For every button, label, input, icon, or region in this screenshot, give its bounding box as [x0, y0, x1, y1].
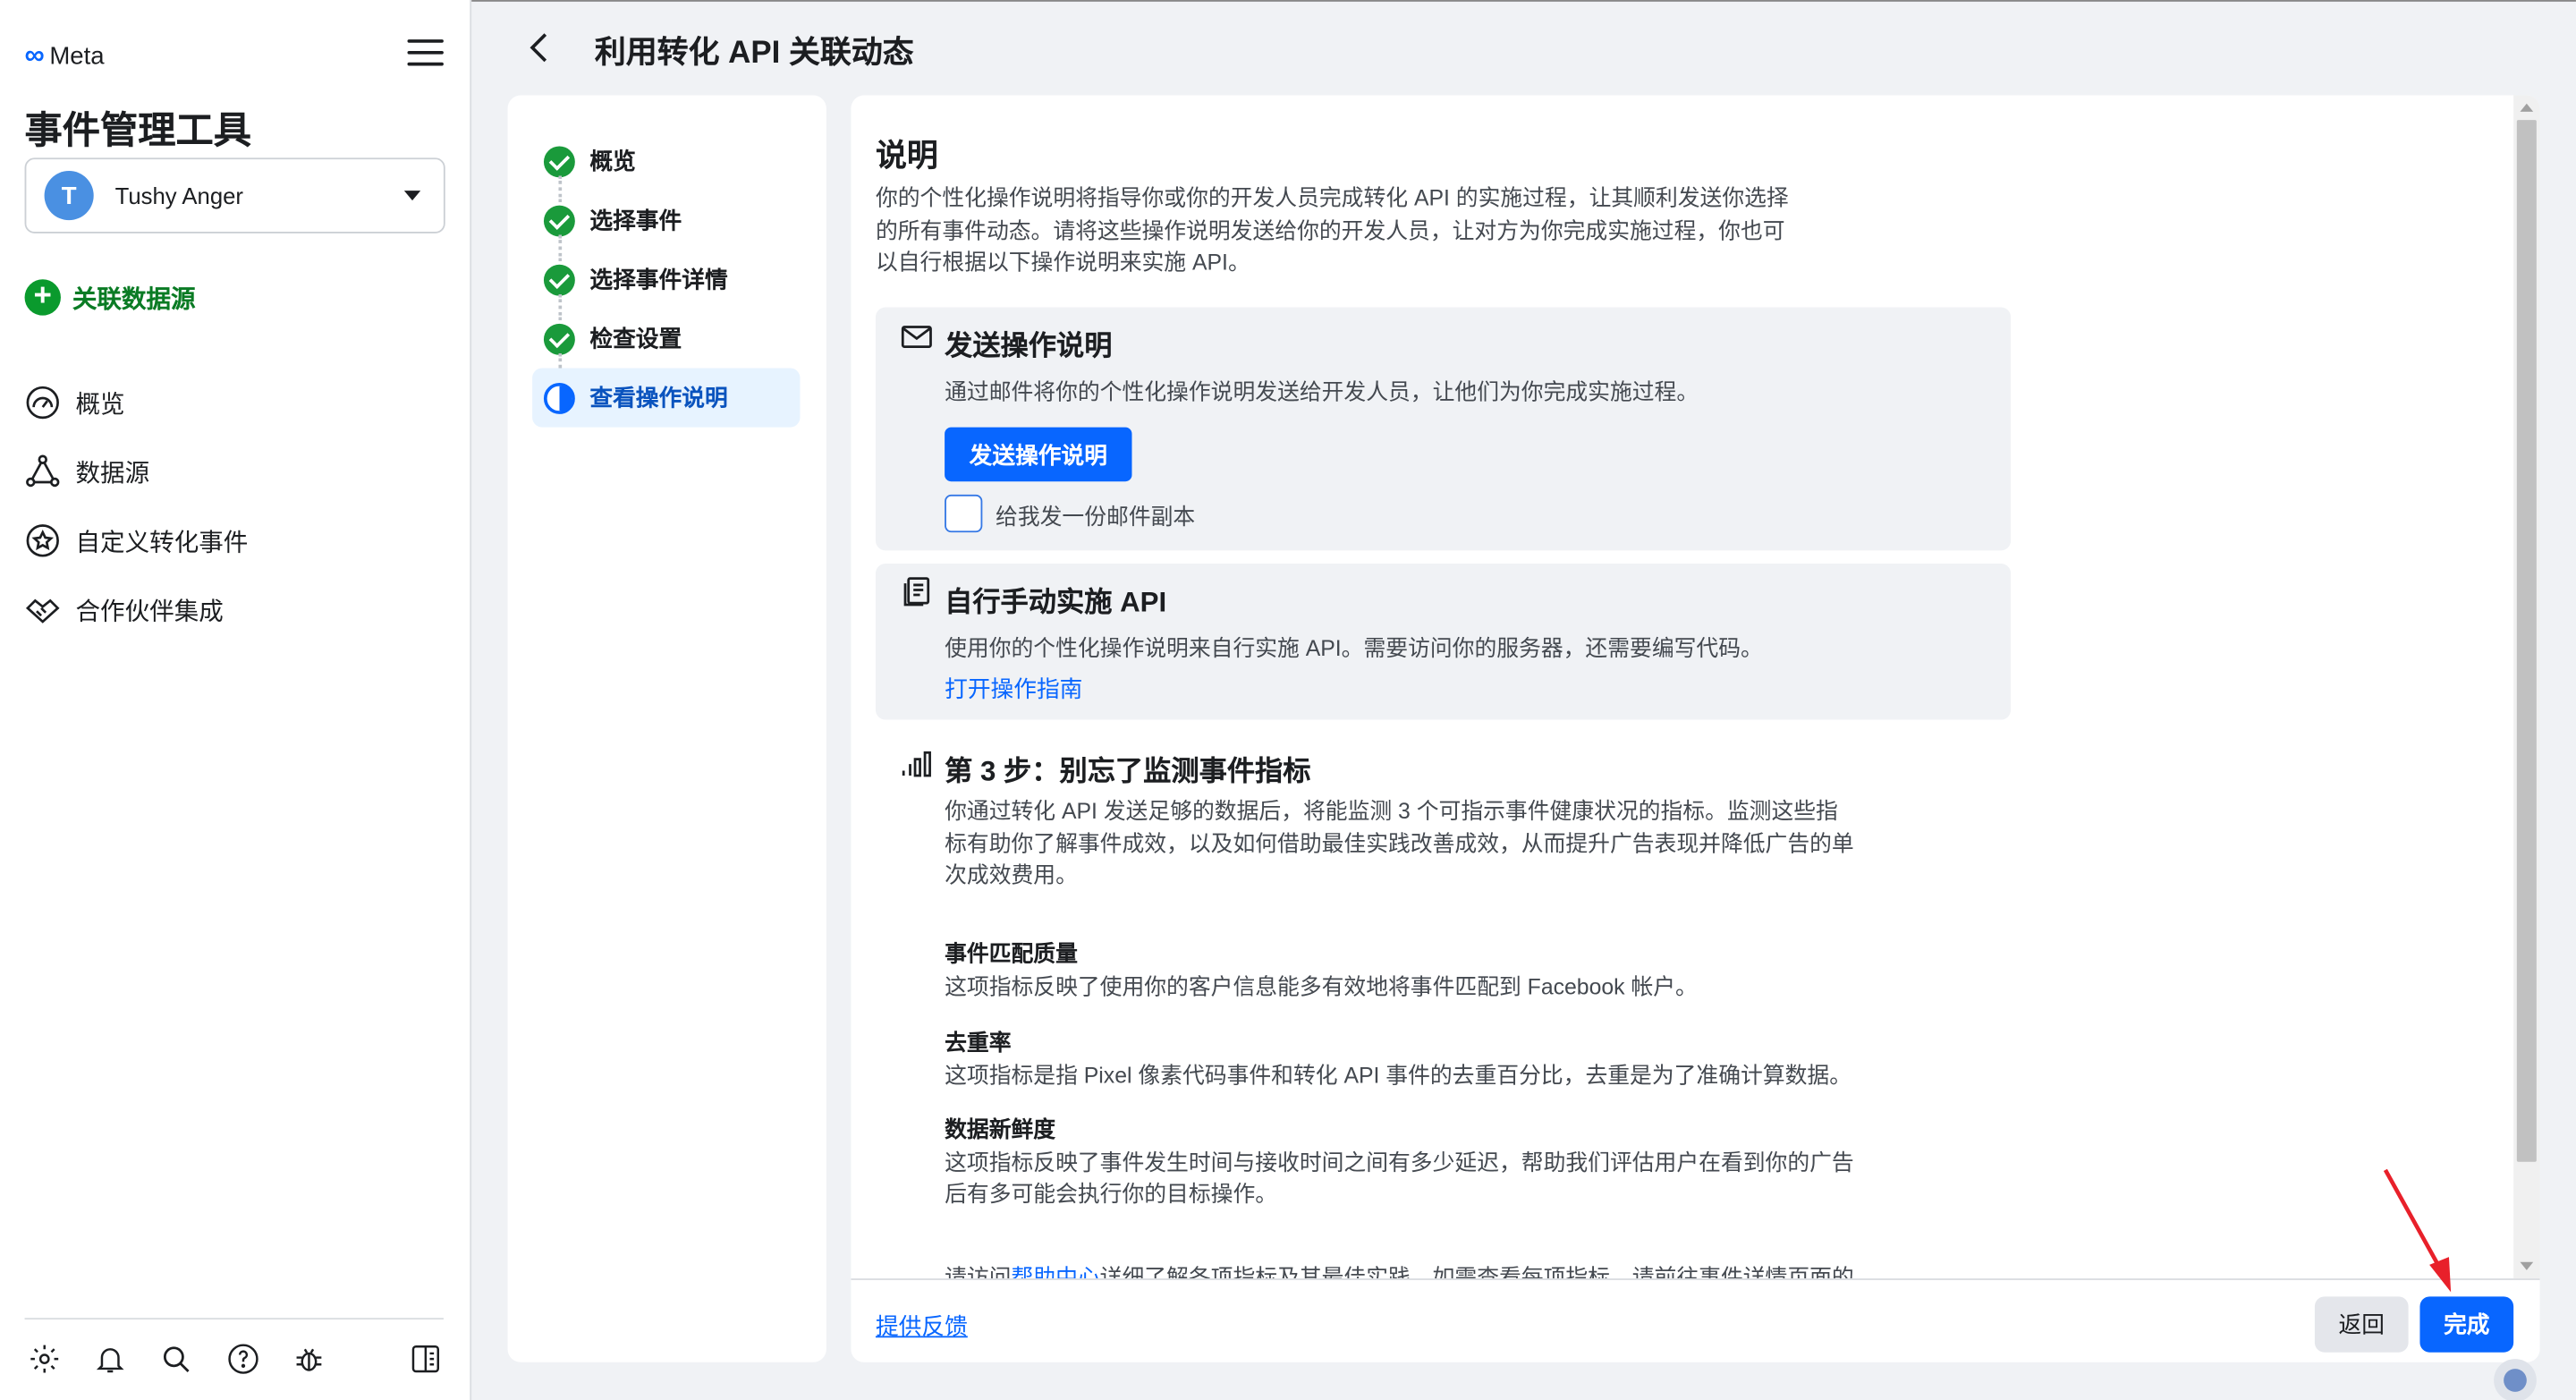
sidebar-footer	[28, 1341, 442, 1377]
check-circle-icon	[543, 204, 575, 236]
step-label: 查看操作说明	[589, 384, 728, 412]
send-instructions-title: 发送操作说明	[945, 330, 1113, 362]
step-label: 选择事件详情	[589, 266, 728, 293]
help-icon[interactable]	[226, 1341, 259, 1377]
metric-desc: 这项指标是指 Pixel 像素代码事件和转化 API 事件的去重百分比，去重是为…	[945, 1062, 1852, 1088]
section-title: 说明	[875, 140, 938, 174]
search-icon[interactable]	[160, 1341, 193, 1377]
sidebar-divider	[24, 1318, 444, 1320]
sidebar-item-label: 自定义转化事件	[75, 528, 249, 556]
caret-down-icon	[403, 191, 421, 201]
meta-infinity-icon: ∞	[24, 39, 45, 71]
send-instructions-box: 发送操作说明 通过邮件将你的个性化操作说明发送给开发人员，让他们为你完成实施过程…	[875, 307, 2012, 551]
step-select-events[interactable]: 选择事件	[532, 191, 800, 262]
feedback-link[interactable]: 提供反馈	[876, 1310, 968, 1343]
bell-icon[interactable]	[94, 1341, 127, 1377]
intro-text: 你的个性化操作说明将指导你或你的开发人员完成转化 API 的实施过程，让其顺利发…	[875, 185, 1789, 275]
account-selector[interactable]: T Tushy Anger	[24, 157, 445, 233]
scroll-up-arrow-icon[interactable]	[2520, 103, 2534, 112]
help-center-text: 请访问帮助中心详细了解各项指标及其最佳实践。如需查看每项指标，请前往事件详情页面…	[945, 1259, 1865, 1278]
scrollbar-thumb[interactable]	[2516, 120, 2537, 1162]
help-center-link[interactable]: 帮助中心	[1011, 1265, 1099, 1278]
help-prefix: 请访问	[945, 1265, 1012, 1279]
menu-icon[interactable]	[407, 39, 444, 69]
panel-toggle-icon[interactable]	[409, 1341, 442, 1377]
step-label: 选择事件	[589, 207, 682, 233]
sidebar-item-label: 数据源	[75, 459, 150, 488]
email-copy-checkbox[interactable]	[945, 494, 983, 533]
step-label: 概览	[589, 148, 636, 174]
connect-data-source-label: 关联数据源	[72, 284, 196, 313]
card-footer: 提供反馈 返回 完成	[851, 1278, 2540, 1362]
settings-icon[interactable]	[28, 1341, 61, 1377]
instructions-card: 说明 你的个性化操作说明将指导你或你的开发人员完成转化 API 的实施过程，让其…	[851, 95, 2540, 1362]
bug-icon[interactable]	[292, 1341, 325, 1377]
page-title: 利用转化 API 关联动态	[594, 36, 914, 71]
step-review-settings[interactable]: 检查设置	[532, 309, 800, 380]
sidebar-item-label: 合作伙伴集成	[75, 597, 224, 625]
done-button[interactable]: 完成	[2419, 1296, 2514, 1353]
sidebar-item-overview[interactable]: 概览	[25, 368, 249, 437]
metric-desc: 这项指标反映了事件发生时间与接收时间之间有多少延迟，帮助我们评估用户在看到你的广…	[945, 1149, 1854, 1207]
check-circle-icon	[543, 263, 575, 295]
vertical-scrollbar[interactable]	[2513, 95, 2540, 1279]
step3-desc: 你通过转化 API 发送足够的数据后，将能监测 3 个可指示事件健康状况的指标。…	[945, 798, 1854, 887]
sidebar-item-partner-integrations[interactable]: 合作伙伴集成	[25, 575, 249, 644]
plus-circle-icon: +	[24, 279, 61, 316]
open-guide-link[interactable]: 打开操作指南	[945, 672, 1082, 705]
handshake-icon	[25, 598, 60, 624]
manual-implementation-title: 自行手动实施 API	[945, 586, 1167, 618]
connect-data-source-button[interactable]: + 关联数据源	[24, 279, 196, 316]
metric-title: 去重率	[945, 1030, 1012, 1056]
step-view-instructions[interactable]: 查看操作说明	[532, 368, 801, 428]
step-label: 检查设置	[589, 325, 682, 352]
manual-implementation-desc: 使用你的个性化操作说明来自行实施 API。需要访问你的服务器，还需要编写代码。	[945, 635, 1763, 661]
manual-implementation-box: 自行手动实施 API 使用你的个性化操作说明来自行实施 API。需要访问你的服务…	[875, 564, 2012, 720]
email-copy-option[interactable]: 给我发一份邮件副本	[945, 494, 1196, 533]
metric-data-freshness: 数据新鲜度 这项指标反映了事件发生时间与接收时间之间有多少延迟，帮助我们评估用户…	[945, 1114, 1865, 1209]
meta-logo[interactable]: ∞ Meta	[25, 39, 105, 72]
envelope-icon	[901, 326, 932, 348]
sidebar: ∞ Meta 事件管理工具 T Tushy Anger + 关联数据源 概览 数…	[0, 0, 472, 1400]
check-circle-icon	[543, 322, 575, 354]
account-name: Tushy Anger	[114, 182, 244, 209]
in-progress-icon	[543, 382, 575, 413]
data-sources-icon	[26, 454, 60, 488]
scroll-down-arrow-icon[interactable]	[2520, 1261, 2534, 1270]
sidebar-item-custom-conversions[interactable]: 自定义转化事件	[25, 506, 249, 575]
metric-event-match-quality: 事件匹配质量 这项指标反映了使用你的客户信息能多有效地将事件匹配到 Facebo…	[945, 938, 1865, 1003]
metric-title: 事件匹配质量	[945, 941, 1078, 967]
document-icon	[903, 577, 930, 607]
back-button[interactable]: 返回	[2314, 1296, 2409, 1353]
metric-desc: 这项指标反映了使用你的客户信息能多有效地将事件匹配到 Facebook 帐户。	[945, 973, 1698, 998]
sidebar-item-data-sources[interactable]: 数据源	[25, 437, 249, 506]
meta-brand-text: Meta	[49, 41, 105, 71]
sidebar-nav: 概览 数据源 自定义转化事件 合作伙伴集成	[25, 368, 249, 644]
metric-title: 数据新鲜度	[945, 1117, 1056, 1142]
sidebar-item-label: 概览	[75, 390, 125, 419]
globe-icon[interactable]	[2494, 1359, 2537, 1400]
back-chevron-icon[interactable]	[522, 26, 555, 69]
dashboard-icon	[26, 386, 59, 420]
scroll-content: 说明 你的个性化操作说明将指导你或你的开发人员完成转化 API 的实施过程，让其…	[851, 96, 2513, 1278]
send-instructions-button[interactable]: 发送操作说明	[945, 427, 1132, 482]
app-title: 事件管理工具	[24, 108, 252, 151]
avatar: T	[44, 171, 94, 221]
star-badge-icon	[26, 524, 59, 557]
help-suffix: 详细了解各项指标及其最佳实践。如需查看每项指标，请前往事件详情页面的	[1099, 1265, 1854, 1279]
step-overview[interactable]: 概览	[532, 132, 800, 202]
check-circle-icon	[543, 145, 575, 177]
step-event-details[interactable]: 选择事件详情	[532, 250, 800, 321]
signal-bars-icon	[902, 751, 931, 777]
send-instructions-desc: 通过邮件将你的个性化操作说明发送给开发人员，让他们为你完成实施过程。	[945, 379, 1699, 404]
step-list: 概览 选择事件 选择事件详情 检查设置 查看操作说明	[507, 95, 826, 1362]
app-root: ∞ Meta 事件管理工具 T Tushy Anger + 关联数据源 概览 数…	[0, 0, 2576, 1400]
metric-dedup-rate: 去重率 这项指标是指 Pixel 像素代码事件和转化 API 事件的去重百分比，…	[945, 1027, 1865, 1091]
step3-title: 第 3 步：别忘了监测事件指标	[945, 755, 1311, 787]
email-copy-label: 给我发一份邮件副本	[996, 504, 1196, 529]
